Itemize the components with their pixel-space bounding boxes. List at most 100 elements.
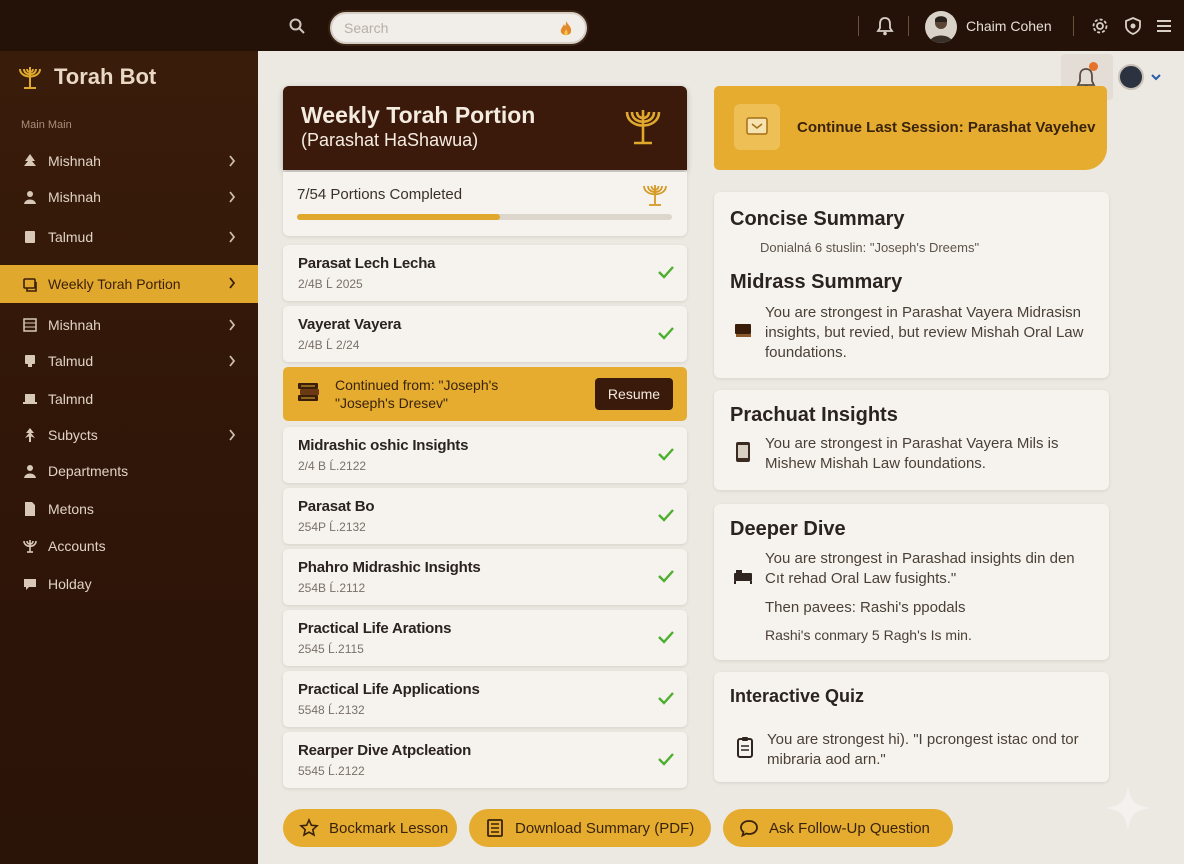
person-icon [24, 465, 36, 478]
check-icon [658, 448, 674, 461]
lesson-title: Midrashic oshic Insights [298, 437, 469, 454]
avatar[interactable] [925, 11, 957, 43]
brand[interactable]: Torah Bot [16, 63, 156, 91]
sidebar-item-talmnd[interactable]: Talmnd [0, 381, 258, 417]
document-icon [487, 819, 503, 837]
download-summary-button[interactable]: Download Summary (PDF) [469, 809, 711, 847]
gear-icon[interactable] [1091, 17, 1109, 35]
sidebar-item-departments[interactable]: Departments [0, 453, 258, 489]
continue-session-button[interactable]: Continue Last Session: Parashat Vayehev [714, 86, 1107, 170]
lesson-row[interactable]: Parasat Lech Lecha 2/4B Ĺ 2025 [283, 245, 687, 301]
check-icon [658, 753, 674, 766]
weekly-portion-header: Weekly Torah Portion (Parashat HaShawua) [283, 86, 687, 170]
lesson-date: 2545 Ĺ.2115 [298, 642, 364, 656]
lesson-title: Practical Life Applications [298, 681, 480, 698]
sidebar-item-holday[interactable]: Holday [0, 566, 258, 602]
section-label: Main Main [21, 119, 72, 131]
chevron-right-icon [229, 191, 236, 203]
sidebar-item-talmud[interactable]: Talmud [0, 219, 258, 255]
notification-badge [1089, 62, 1098, 71]
sidebar-item-weekly-torah-portion[interactable]: Weekly Torah Portion [0, 265, 258, 303]
lesson-row[interactable]: Midrashic oshic Insights 2/4 B Ĺ.2122 [283, 427, 687, 483]
check-icon [658, 570, 674, 583]
avatar[interactable] [1118, 64, 1144, 90]
chevron-right-icon [229, 319, 236, 331]
bell-icon[interactable] [876, 16, 894, 36]
book-icon [25, 231, 35, 243]
lesson-row[interactable]: Practical Life Applications 5548 Ĺ.2132 [283, 671, 687, 727]
bookmark-label: Bockmark Lesson [329, 819, 449, 837]
search-input[interactable] [332, 14, 542, 42]
lesson-row[interactable]: Parasat Bo 254P Ĺ.2132 [283, 488, 687, 544]
sidebar: Torah Bot Main Main Mishnah Mishnah Talmud… [0, 51, 258, 864]
user-name[interactable]: Chaim Cohen [966, 18, 1052, 34]
tree-icon [24, 154, 36, 166]
divider [908, 16, 909, 36]
sidebar-item-label: Mishnah [48, 153, 101, 169]
menorah-icon [625, 110, 661, 145]
chevron-right-icon [229, 155, 236, 167]
lesson-date: 5545 Ĺ.2122 [298, 764, 365, 778]
lesson-title: Parasat Bo [298, 498, 375, 515]
deeper-dive-text: You are strongest in Parashad insights d… [765, 550, 1075, 587]
menu-icon[interactable] [1155, 17, 1173, 35]
book-open-icon [746, 117, 768, 135]
lesson-row[interactable]: Vayerat Vayera 2/4B Ĺ 2/24 [283, 306, 687, 362]
clipboard-icon [737, 737, 753, 758]
main-content: Weekly Torah Portion (Parashat HaShawua)… [258, 51, 1184, 864]
books-icon [298, 383, 319, 401]
midrash-summary-title: Midrass Summary [730, 271, 903, 293]
quiz-text: You are strongest hi). "I pcrongest ista… [767, 731, 1079, 768]
insights-text: You are strongest in Parashat Vayera Mil… [765, 435, 1059, 472]
sidebar-item-mishnah[interactable]: Mishnah [0, 179, 258, 215]
bookmark-lesson-button[interactable]: Bockmark Lesson [283, 809, 457, 847]
ask-follow-up-button[interactable]: Ask Follow-Up Question [723, 809, 953, 847]
sidebar-item-label: Talmnd [48, 391, 94, 407]
sidebar-item-mishnah[interactable]: Mishnah [0, 143, 258, 179]
continue-line: Continued from: "Joseph's [335, 377, 499, 393]
lesson-title: Parasat Lech Lecha [298, 255, 436, 272]
sidebar-item-label: Talmud [48, 229, 94, 245]
resume-button[interactable]: Resume [595, 378, 673, 410]
midrash-summary-text: You are strongest in Parashat Vayera Mid… [765, 304, 1084, 361]
sidebar-item-accounts[interactable]: Accounts [0, 528, 258, 564]
lesson-row[interactable]: Rearper Dive Atpcleation 5545 Ĺ.2122 [283, 732, 687, 788]
check-icon [658, 631, 674, 644]
lesson-row[interactable]: Practical Life Arations 2545 Ĺ.2115 [283, 610, 687, 666]
chevron-down-icon[interactable] [1151, 73, 1161, 81]
lesson-title: Practical Life Arations [298, 620, 452, 637]
progress-bar [297, 214, 672, 220]
sidebar-item-mishnah[interactable]: Mishnah [0, 307, 258, 343]
lesson-row[interactable]: Phahro Midrashic Insights 254B Ĺ.2112 [283, 549, 687, 605]
sidebar-item-label: Holday [48, 576, 92, 592]
search-box[interactable] [330, 12, 587, 44]
continue-session-label: Continue Last Session: Parashat Vayehev [797, 119, 1096, 136]
laptop-icon [23, 394, 37, 404]
sidebar-item-subycts[interactable]: Subycts [0, 417, 258, 453]
concise-summary-text: Donialná 6 stuslin: "Joseph's Dreems" [760, 240, 980, 255]
lesson-date: 2/4B Ĺ 2025 [298, 277, 363, 291]
deeper-dive-card: Deeper Dive You are strongest in Parasha… [714, 504, 1109, 660]
summary-card: Concise Summary Donialná 6 stuslin: "Jos… [714, 192, 1109, 378]
lesson-title: Rearper Dive Atpcleation [298, 742, 472, 759]
insights-card: Prachuat Insights You are strongest in P… [714, 390, 1109, 490]
star-icon [299, 818, 319, 837]
document-icon [25, 502, 35, 516]
continue-lesson-banner[interactable]: Continued from: "Joseph's "Joseph's Dres… [283, 367, 687, 421]
chevron-right-icon [229, 277, 236, 289]
shield-icon[interactable] [1124, 17, 1142, 35]
search-icon[interactable] [288, 17, 306, 35]
leaf-icon [25, 428, 35, 442]
sidebar-item-label: Departments [48, 463, 129, 479]
sidebar-item-talmud[interactable]: Talmud [0, 343, 258, 379]
session-icon-box [734, 104, 780, 150]
sidebar-item-metons[interactable]: Metons [0, 491, 258, 527]
divider [858, 16, 859, 36]
quiz-card[interactable]: Interactive Quiz You are strongest hi). … [714, 672, 1109, 782]
tablet-icon [736, 442, 750, 462]
continue-text: Continued from: "Joseph's "Joseph's Dres… [335, 376, 575, 412]
bed-icon [734, 570, 752, 584]
check-icon [658, 327, 674, 340]
lesson-title: Phahro Midrashic Insights [298, 559, 481, 576]
sidebar-item-label: Metons [48, 501, 94, 517]
